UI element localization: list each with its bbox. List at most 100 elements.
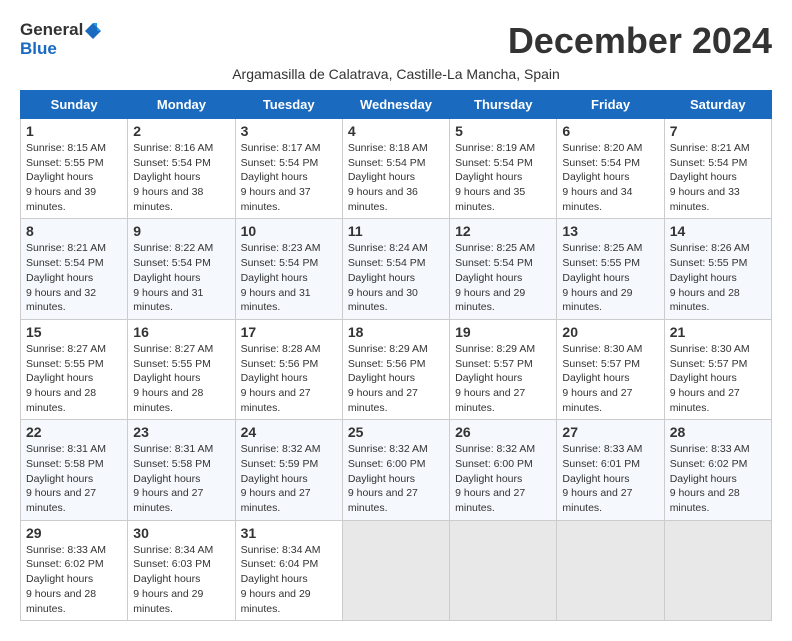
day-number: 12	[455, 223, 551, 239]
day-info: Sunrise: 8:24 AM Sunset: 5:54 PM Dayligh…	[348, 241, 444, 314]
calendar-day-cell: 21 Sunrise: 8:30 AM Sunset: 5:57 PM Dayl…	[664, 319, 771, 419]
day-number: 7	[670, 123, 766, 139]
page-header: General Blue December 2024	[20, 20, 772, 62]
calendar-day-cell: 4 Sunrise: 8:18 AM Sunset: 5:54 PM Dayli…	[342, 119, 449, 219]
day-info: Sunrise: 8:34 AM Sunset: 6:04 PM Dayligh…	[241, 543, 337, 616]
day-number: 1	[26, 123, 122, 139]
col-tuesday: Tuesday	[235, 91, 342, 119]
col-saturday: Saturday	[664, 91, 771, 119]
calendar-day-cell: 8 Sunrise: 8:21 AM Sunset: 5:54 PM Dayli…	[21, 219, 128, 319]
calendar-day-cell: 30 Sunrise: 8:34 AM Sunset: 6:03 PM Dayl…	[128, 520, 235, 620]
calendar-day-cell: 6 Sunrise: 8:20 AM Sunset: 5:54 PM Dayli…	[557, 119, 664, 219]
calendar-day-cell: 9 Sunrise: 8:22 AM Sunset: 5:54 PM Dayli…	[128, 219, 235, 319]
calendar-day-cell: 28 Sunrise: 8:33 AM Sunset: 6:02 PM Dayl…	[664, 420, 771, 520]
day-info: Sunrise: 8:26 AM Sunset: 5:55 PM Dayligh…	[670, 241, 766, 314]
calendar-day-cell: 10 Sunrise: 8:23 AM Sunset: 5:54 PM Dayl…	[235, 219, 342, 319]
day-info: Sunrise: 8:27 AM Sunset: 5:55 PM Dayligh…	[133, 342, 229, 415]
day-number: 6	[562, 123, 658, 139]
day-info: Sunrise: 8:28 AM Sunset: 5:56 PM Dayligh…	[241, 342, 337, 415]
day-number: 5	[455, 123, 551, 139]
col-monday: Monday	[128, 91, 235, 119]
calendar-day-cell: 3 Sunrise: 8:17 AM Sunset: 5:54 PM Dayli…	[235, 119, 342, 219]
day-info: Sunrise: 8:17 AM Sunset: 5:54 PM Dayligh…	[241, 141, 337, 214]
calendar-day-cell: 16 Sunrise: 8:27 AM Sunset: 5:55 PM Dayl…	[128, 319, 235, 419]
calendar-day-cell	[342, 520, 449, 620]
day-info: Sunrise: 8:25 AM Sunset: 5:54 PM Dayligh…	[455, 241, 551, 314]
day-number: 18	[348, 324, 444, 340]
day-number: 24	[241, 424, 337, 440]
day-info: Sunrise: 8:31 AM Sunset: 5:58 PM Dayligh…	[26, 442, 122, 515]
day-info: Sunrise: 8:18 AM Sunset: 5:54 PM Dayligh…	[348, 141, 444, 214]
day-info: Sunrise: 8:33 AM Sunset: 6:01 PM Dayligh…	[562, 442, 658, 515]
calendar-day-cell: 2 Sunrise: 8:16 AM Sunset: 5:54 PM Dayli…	[128, 119, 235, 219]
day-info: Sunrise: 8:31 AM Sunset: 5:58 PM Dayligh…	[133, 442, 229, 515]
col-wednesday: Wednesday	[342, 91, 449, 119]
calendar-day-cell	[450, 520, 557, 620]
day-number: 19	[455, 324, 551, 340]
day-number: 20	[562, 324, 658, 340]
day-number: 10	[241, 223, 337, 239]
day-number: 15	[26, 324, 122, 340]
day-number: 9	[133, 223, 229, 239]
calendar-day-cell: 1 Sunrise: 8:15 AM Sunset: 5:55 PM Dayli…	[21, 119, 128, 219]
calendar-table: Sunday Monday Tuesday Wednesday Thursday…	[20, 90, 772, 621]
calendar-body: 1 Sunrise: 8:15 AM Sunset: 5:55 PM Dayli…	[21, 119, 772, 621]
day-number: 4	[348, 123, 444, 139]
day-info: Sunrise: 8:15 AM Sunset: 5:55 PM Dayligh…	[26, 141, 122, 214]
day-number: 31	[241, 525, 337, 541]
day-number: 2	[133, 123, 229, 139]
calendar-day-cell: 26 Sunrise: 8:32 AM Sunset: 6:00 PM Dayl…	[450, 420, 557, 520]
day-number: 22	[26, 424, 122, 440]
calendar-day-cell	[664, 520, 771, 620]
day-info: Sunrise: 8:20 AM Sunset: 5:54 PM Dayligh…	[562, 141, 658, 214]
day-info: Sunrise: 8:25 AM Sunset: 5:55 PM Dayligh…	[562, 241, 658, 314]
calendar-day-cell: 17 Sunrise: 8:28 AM Sunset: 5:56 PM Dayl…	[235, 319, 342, 419]
calendar-day-cell: 12 Sunrise: 8:25 AM Sunset: 5:54 PM Dayl…	[450, 219, 557, 319]
calendar-day-cell: 24 Sunrise: 8:32 AM Sunset: 5:59 PM Dayl…	[235, 420, 342, 520]
day-number: 27	[562, 424, 658, 440]
calendar-day-cell: 19 Sunrise: 8:29 AM Sunset: 5:57 PM Dayl…	[450, 319, 557, 419]
day-info: Sunrise: 8:19 AM Sunset: 5:54 PM Dayligh…	[455, 141, 551, 214]
day-number: 13	[562, 223, 658, 239]
calendar-day-cell: 11 Sunrise: 8:24 AM Sunset: 5:54 PM Dayl…	[342, 219, 449, 319]
day-number: 28	[670, 424, 766, 440]
day-info: Sunrise: 8:29 AM Sunset: 5:57 PM Dayligh…	[455, 342, 551, 415]
logo-blue-text: Blue	[20, 39, 103, 59]
day-info: Sunrise: 8:30 AM Sunset: 5:57 PM Dayligh…	[562, 342, 658, 415]
day-number: 8	[26, 223, 122, 239]
calendar-day-cell: 31 Sunrise: 8:34 AM Sunset: 6:04 PM Dayl…	[235, 520, 342, 620]
col-thursday: Thursday	[450, 91, 557, 119]
day-info: Sunrise: 8:33 AM Sunset: 6:02 PM Dayligh…	[26, 543, 122, 616]
day-info: Sunrise: 8:23 AM Sunset: 5:54 PM Dayligh…	[241, 241, 337, 314]
calendar-day-cell: 5 Sunrise: 8:19 AM Sunset: 5:54 PM Dayli…	[450, 119, 557, 219]
calendar-day-cell: 29 Sunrise: 8:33 AM Sunset: 6:02 PM Dayl…	[21, 520, 128, 620]
day-info: Sunrise: 8:27 AM Sunset: 5:55 PM Dayligh…	[26, 342, 122, 415]
day-info: Sunrise: 8:30 AM Sunset: 5:57 PM Dayligh…	[670, 342, 766, 415]
calendar-day-cell: 23 Sunrise: 8:31 AM Sunset: 5:58 PM Dayl…	[128, 420, 235, 520]
subtitle: Argamasilla de Calatrava, Castille-La Ma…	[20, 66, 772, 82]
day-info: Sunrise: 8:34 AM Sunset: 6:03 PM Dayligh…	[133, 543, 229, 616]
logo-icon	[83, 21, 103, 41]
calendar-day-cell: 15 Sunrise: 8:27 AM Sunset: 5:55 PM Dayl…	[21, 319, 128, 419]
calendar-day-cell: 27 Sunrise: 8:33 AM Sunset: 6:01 PM Dayl…	[557, 420, 664, 520]
calendar-day-cell: 18 Sunrise: 8:29 AM Sunset: 5:56 PM Dayl…	[342, 319, 449, 419]
day-number: 25	[348, 424, 444, 440]
day-number: 21	[670, 324, 766, 340]
day-number: 23	[133, 424, 229, 440]
col-friday: Friday	[557, 91, 664, 119]
calendar-day-cell: 13 Sunrise: 8:25 AM Sunset: 5:55 PM Dayl…	[557, 219, 664, 319]
day-number: 11	[348, 223, 444, 239]
day-number: 29	[26, 525, 122, 541]
calendar-week-row: 1 Sunrise: 8:15 AM Sunset: 5:55 PM Dayli…	[21, 119, 772, 219]
day-info: Sunrise: 8:33 AM Sunset: 6:02 PM Dayligh…	[670, 442, 766, 515]
day-number: 14	[670, 223, 766, 239]
calendar-week-row: 8 Sunrise: 8:21 AM Sunset: 5:54 PM Dayli…	[21, 219, 772, 319]
calendar-day-cell: 7 Sunrise: 8:21 AM Sunset: 5:54 PM Dayli…	[664, 119, 771, 219]
day-number: 3	[241, 123, 337, 139]
calendar-day-cell	[557, 520, 664, 620]
calendar-day-cell: 25 Sunrise: 8:32 AM Sunset: 6:00 PM Dayl…	[342, 420, 449, 520]
day-info: Sunrise: 8:16 AM Sunset: 5:54 PM Dayligh…	[133, 141, 229, 214]
day-info: Sunrise: 8:21 AM Sunset: 5:54 PM Dayligh…	[26, 241, 122, 314]
day-info: Sunrise: 8:32 AM Sunset: 6:00 PM Dayligh…	[348, 442, 444, 515]
logo-text: General	[20, 20, 103, 41]
